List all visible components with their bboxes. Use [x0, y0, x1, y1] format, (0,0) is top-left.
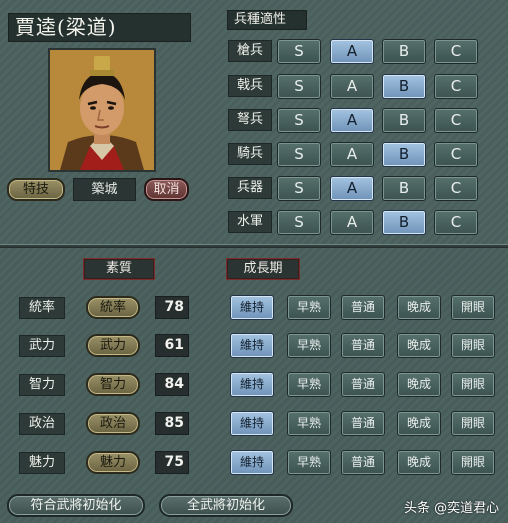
stat-button[interactable]: 魅力	[86, 451, 140, 474]
growth-button[interactable]: 早熟	[287, 450, 331, 475]
grade-button-a[interactable]: A	[330, 74, 374, 99]
growth-title: 成長期	[226, 258, 300, 280]
troop-label: 水軍	[228, 211, 272, 233]
grade-button-b[interactable]: B	[382, 39, 426, 64]
troop-aptitude-title: 兵種適性	[227, 10, 307, 30]
growth-button[interactable]: 晚成	[397, 411, 441, 436]
stat-label: 魅力	[19, 452, 65, 474]
growth-button[interactable]: 維持	[230, 333, 274, 358]
stat-value: 61	[155, 334, 189, 357]
stat-button[interactable]: 武力	[86, 334, 140, 357]
grade-button-c[interactable]: C	[434, 142, 478, 167]
stat-value: 85	[155, 412, 189, 435]
grade-button-s[interactable]: S	[277, 39, 321, 64]
grade-button-s[interactable]: S	[277, 142, 321, 167]
reset-matching-button[interactable]: 符合武將初始化	[7, 494, 145, 517]
watermark-text: 头条 @奕道君心	[404, 501, 500, 516]
troop-label: 槍兵	[228, 40, 272, 62]
stat-button[interactable]: 統率	[86, 296, 140, 319]
grade-button-b[interactable]: B	[382, 74, 426, 99]
skill-button[interactable]: 特技	[7, 178, 65, 201]
city-field: 築城	[73, 178, 136, 201]
stat-label: 政治	[19, 413, 65, 435]
growth-button[interactable]: 晚成	[397, 450, 441, 475]
grade-button-s[interactable]: S	[277, 176, 321, 201]
grade-button-s[interactable]: S	[277, 108, 321, 133]
troop-label: 弩兵	[228, 109, 272, 131]
grade-button-b[interactable]: B	[382, 176, 426, 201]
troop-label: 戟兵	[228, 75, 272, 97]
stats-title: 素質	[83, 258, 155, 280]
grade-button-c[interactable]: C	[434, 39, 478, 64]
officer-portrait	[48, 48, 156, 172]
growth-button[interactable]: 晚成	[397, 372, 441, 397]
officer-name: 賈逵(梁道)	[8, 13, 191, 42]
stat-label: 武力	[19, 335, 65, 357]
grade-button-a[interactable]: A	[330, 210, 374, 235]
growth-button[interactable]: 維持	[230, 295, 274, 320]
stat-button[interactable]: 政治	[86, 412, 140, 435]
stat-button[interactable]: 智力	[86, 373, 140, 396]
growth-button[interactable]: 開眼	[451, 372, 495, 397]
growth-button[interactable]: 維持	[230, 372, 274, 397]
growth-button[interactable]: 維持	[230, 450, 274, 475]
cancel-button[interactable]: 取消	[144, 178, 189, 201]
growth-button[interactable]: 開眼	[451, 333, 495, 358]
grade-button-c[interactable]: C	[434, 108, 478, 133]
stat-value: 84	[155, 373, 189, 396]
troop-label: 兵器	[228, 177, 272, 199]
portrait-image	[50, 50, 154, 170]
stat-label: 統率	[19, 297, 65, 319]
stat-value: 78	[155, 296, 189, 319]
troop-label: 騎兵	[228, 143, 272, 165]
growth-button[interactable]: 開眼	[451, 411, 495, 436]
growth-button[interactable]: 早熟	[287, 333, 331, 358]
reset-all-button[interactable]: 全武將初始化	[159, 494, 293, 517]
growth-button[interactable]: 早熟	[287, 295, 331, 320]
growth-button[interactable]: 維持	[230, 411, 274, 436]
grade-button-c[interactable]: C	[434, 210, 478, 235]
grade-button-b[interactable]: B	[382, 108, 426, 133]
grade-button-b[interactable]: B	[382, 210, 426, 235]
growth-button[interactable]: 開眼	[451, 295, 495, 320]
growth-button[interactable]: 普通	[341, 450, 385, 475]
growth-button[interactable]: 早熟	[287, 372, 331, 397]
grade-button-c[interactable]: C	[434, 74, 478, 99]
growth-button[interactable]: 普通	[341, 372, 385, 397]
grade-button-a[interactable]: A	[330, 176, 374, 201]
stat-label: 智力	[19, 374, 65, 396]
growth-button[interactable]: 普通	[341, 333, 385, 358]
grade-button-c[interactable]: C	[434, 176, 478, 201]
grade-button-a[interactable]: A	[330, 39, 374, 64]
grade-button-b[interactable]: B	[382, 142, 426, 167]
growth-button[interactable]: 早熟	[287, 411, 331, 436]
growth-button[interactable]: 普通	[341, 295, 385, 320]
grade-button-s[interactable]: S	[277, 210, 321, 235]
growth-button[interactable]: 普通	[341, 411, 385, 436]
grade-button-s[interactable]: S	[277, 74, 321, 99]
stat-value: 75	[155, 451, 189, 474]
growth-button[interactable]: 開眼	[451, 450, 495, 475]
growth-button[interactable]: 晚成	[397, 295, 441, 320]
grade-button-a[interactable]: A	[330, 108, 374, 133]
grade-button-a[interactable]: A	[330, 142, 374, 167]
growth-button[interactable]: 晚成	[397, 333, 441, 358]
